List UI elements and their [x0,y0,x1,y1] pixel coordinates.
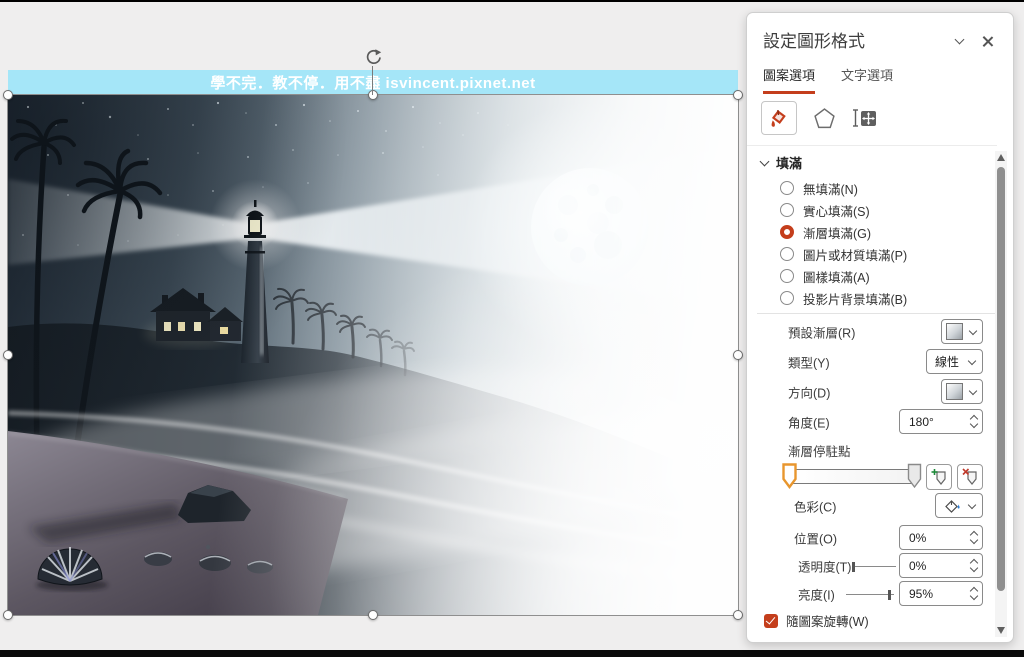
checkbox-checked-icon [764,613,778,628]
fill-section-header[interactable]: 填滿 [759,153,803,172]
remove-gradient-stop-button[interactable] [957,464,983,490]
transparency-label: 透明度(T) [798,560,852,574]
resize-handle-bottom-right[interactable] [733,610,743,620]
pane-close-button[interactable] [977,31,997,51]
preset-gradient-dropdown[interactable] [941,319,983,344]
divider [757,313,995,314]
selected-picture[interactable] [7,94,739,616]
rotate-with-shape-label: 隨圖案旋轉(W) [786,615,869,629]
brightness-value: 95% [909,586,934,601]
direction-label: 方向(D) [788,386,831,400]
paint-bucket-icon [771,109,786,127]
type-label: 類型(Y) [788,356,830,370]
rotate-with-shape-checkbox-row[interactable]: 隨圖案旋轉(W) [764,611,869,630]
size-properties-icon[interactable] [852,106,878,130]
rotate-connector [372,66,373,95]
slider-thumb[interactable] [888,589,891,600]
position-spinner[interactable]: 0% [899,525,983,550]
radio-no-fill[interactable]: 無填滿(N) [780,179,858,197]
gradient-stops-label: 漸層停駐點 [788,445,851,459]
radio-solid-fill[interactable]: 實心填滿(S) [780,201,870,219]
radio-slide-background-fill[interactable]: 投影片背景填滿(B) [780,289,907,307]
paint-bucket-icon [945,500,960,513]
color-dropdown[interactable] [935,493,983,518]
brightness-label: 亮度(I) [798,588,835,602]
resize-handle-bottom-center[interactable] [368,610,378,620]
radio-icon [780,291,794,305]
window-bottom-edge [0,650,1024,657]
spinner-arrows[interactable] [969,586,979,601]
slider-thumb[interactable] [852,561,855,572]
tab-text-options[interactable]: 文字選項 [841,65,893,94]
fill-section-title: 填滿 [776,156,803,171]
direction-dropdown[interactable] [941,379,983,404]
divider [747,145,997,146]
gradient-stops-editor [747,461,1015,497]
resize-handle-mid-right[interactable] [733,350,743,360]
transparency-slider[interactable] [852,561,896,572]
scrollbar-thumb[interactable] [997,167,1005,591]
radio-selected-icon [780,225,794,239]
resize-handle-top-right[interactable] [733,90,743,100]
gradient-stop[interactable] [907,463,922,489]
chevron-down-icon [954,34,964,45]
pane-toolbar [761,101,878,135]
resize-handle-top-left[interactable] [3,90,13,100]
spinner-arrows[interactable] [969,414,979,429]
scroll-down-icon[interactable] [997,627,1005,634]
brightness-slider[interactable] [846,589,894,600]
angle-spinner[interactable]: 180° [899,409,983,434]
chevron-down-icon [967,500,977,509]
fill-line-tab-button[interactable] [761,101,797,135]
tab-shape-options[interactable]: 圖案選項 [763,65,816,94]
resize-handle-top-center[interactable] [368,90,378,100]
spinner-arrows[interactable] [969,530,979,545]
position-label: 位置(O) [794,532,838,546]
angle-value: 180° [909,414,934,429]
chevron-down-icon [759,156,770,166]
close-icon [982,36,993,47]
radio-icon [780,269,794,283]
chevron-down-icon [968,326,978,335]
brightness-spinner[interactable]: 95% [899,581,983,606]
pane-tabs: 圖案選項 文字選項 [763,65,893,94]
radio-icon [780,181,794,195]
gradient-swatch [946,323,963,340]
preset-gradient-label: 預設漸層(R) [788,326,856,340]
color-label: 色彩(C) [794,500,837,514]
pane-collapse-button[interactable] [949,31,969,51]
transparency-value: 0% [909,558,927,573]
angle-label: 角度(E) [788,416,830,430]
position-value: 0% [909,530,927,545]
effects-pentagon-icon[interactable] [813,107,836,130]
chevron-down-icon [967,356,977,365]
type-dropdown[interactable]: 線性 [926,349,983,374]
remove-gradient-stop-icon [961,468,977,485]
type-value: 線性 [935,355,960,369]
add-gradient-stop-button[interactable] [926,464,952,490]
format-shape-pane: 設定圖形格式 圖案選項 文字選項 填滿 無填滿(N) 實心填滿(S) 漸層填滿(… [746,12,1014,643]
gradient-swatch [946,383,963,400]
radio-icon [780,247,794,261]
pane-scrollbar[interactable] [995,151,1007,637]
radio-pattern-fill[interactable]: 圖樣填滿(A) [780,267,870,285]
chevron-down-icon [968,386,978,395]
application-window: 學不完．教不停．用不盡 isvincent.pixnet.net 設定圖形格式 … [0,0,1024,657]
resize-handle-mid-left[interactable] [3,350,13,360]
radio-icon [780,203,794,217]
gradient-stop-selected[interactable] [782,463,797,489]
scroll-up-icon[interactable] [997,154,1005,161]
resize-handle-bottom-left[interactable] [3,610,13,620]
spinner-arrows[interactable] [969,558,979,573]
add-gradient-stop-icon [931,469,946,485]
pane-title: 設定圖形格式 [763,32,865,51]
transparency-spinner[interactable]: 0% [899,553,983,578]
radio-gradient-fill[interactable]: 漸層填滿(G) [780,223,871,241]
beach-night-image [8,95,738,615]
rotate-handle-icon[interactable] [364,48,382,66]
gradient-stop-track[interactable] [789,469,915,484]
radio-picture-texture-fill[interactable]: 圖片或材質填滿(P) [780,245,907,263]
